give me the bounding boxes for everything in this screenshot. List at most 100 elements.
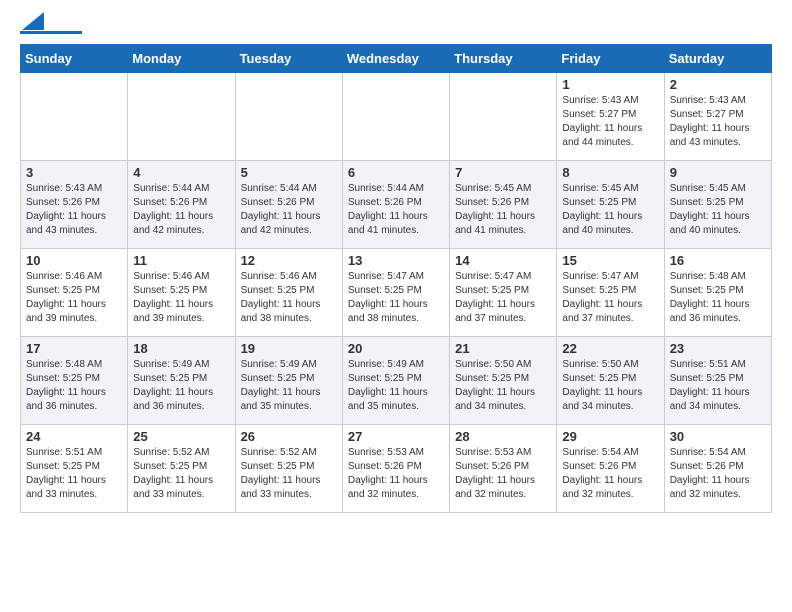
day-info: Sunrise: 5:46 AM Sunset: 5:25 PM Dayligh…	[241, 270, 337, 326]
day-info: Sunrise: 5:48 AM Sunset: 5:25 PM Dayligh…	[670, 270, 766, 326]
day-info: Sunrise: 5:43 AM Sunset: 5:27 PM Dayligh…	[562, 94, 658, 150]
day-number: 6	[348, 165, 444, 180]
calendar-cell: 4 Sunrise: 5:44 AM Sunset: 5:26 PM Daylig…	[128, 161, 235, 249]
day-number: 7	[455, 165, 551, 180]
day-info: Sunrise: 5:44 AM Sunset: 5:26 PM Dayligh…	[348, 182, 444, 238]
calendar-header-monday: Monday	[128, 45, 235, 73]
day-info: Sunrise: 5:46 AM Sunset: 5:25 PM Dayligh…	[26, 270, 122, 326]
calendar-header-saturday: Saturday	[664, 45, 771, 73]
calendar-cell: 7 Sunrise: 5:45 AM Sunset: 5:26 PM Daylig…	[450, 161, 557, 249]
day-info: Sunrise: 5:53 AM Sunset: 5:26 PM Dayligh…	[455, 446, 551, 502]
day-number: 1	[562, 77, 658, 92]
day-number: 28	[455, 429, 551, 444]
day-info: Sunrise: 5:43 AM Sunset: 5:26 PM Dayligh…	[26, 182, 122, 238]
day-info: Sunrise: 5:44 AM Sunset: 5:26 PM Dayligh…	[133, 182, 229, 238]
day-info: Sunrise: 5:51 AM Sunset: 5:25 PM Dayligh…	[26, 446, 122, 502]
day-info: Sunrise: 5:54 AM Sunset: 5:26 PM Dayligh…	[562, 446, 658, 502]
calendar-cell: 12Sunrise: 5:46 AM Sunset: 5:25 PM Dayli…	[235, 249, 342, 337]
day-info: Sunrise: 5:49 AM Sunset: 5:25 PM Dayligh…	[133, 358, 229, 414]
day-info: Sunrise: 5:45 AM Sunset: 5:26 PM Dayligh…	[455, 182, 551, 238]
day-number: 8	[562, 165, 658, 180]
calendar-cell	[450, 73, 557, 161]
calendar-cell: 27Sunrise: 5:53 AM Sunset: 5:26 PM Dayli…	[342, 425, 449, 513]
day-info: Sunrise: 5:48 AM Sunset: 5:25 PM Dayligh…	[26, 358, 122, 414]
day-number: 15	[562, 253, 658, 268]
day-number: 4	[133, 165, 229, 180]
calendar-cell: 18 Sunrise: 5:49 AM Sunset: 5:25 PM Dayli…	[128, 337, 235, 425]
calendar-cell: 17 Sunrise: 5:48 AM Sunset: 5:25 PM Dayli…	[21, 337, 128, 425]
calendar-header-thursday: Thursday	[450, 45, 557, 73]
calendar-cell: 25 Sunrise: 5:52 AM Sunset: 5:25 PM Dayli…	[128, 425, 235, 513]
calendar-week-3: 10 Sunrise: 5:46 AM Sunset: 5:25 PM Dayli…	[21, 249, 772, 337]
day-info: Sunrise: 5:50 AM Sunset: 5:25 PM Dayligh…	[562, 358, 658, 414]
calendar-cell: 20 Sunrise: 5:49 AM Sunset: 5:25 PM Dayli…	[342, 337, 449, 425]
calendar-cell: 21 Sunrise: 5:50 AM Sunset: 5:25 PM Dayli…	[450, 337, 557, 425]
calendar-cell: 5 Sunrise: 5:44 AM Sunset: 5:26 PM Daylig…	[235, 161, 342, 249]
calendar-cell	[128, 73, 235, 161]
day-number: 9	[670, 165, 766, 180]
day-number: 27	[348, 429, 444, 444]
day-number: 14	[455, 253, 551, 268]
calendar-week-5: 24Sunrise: 5:51 AM Sunset: 5:25 PM Dayli…	[21, 425, 772, 513]
calendar-cell: 19Sunrise: 5:49 AM Sunset: 5:25 PM Dayli…	[235, 337, 342, 425]
calendar-cell: 22 Sunrise: 5:50 AM Sunset: 5:25 PM Dayli…	[557, 337, 664, 425]
calendar-cell: 9 Sunrise: 5:45 AM Sunset: 5:25 PM Daylig…	[664, 161, 771, 249]
day-info: Sunrise: 5:47 AM Sunset: 5:25 PM Dayligh…	[348, 270, 444, 326]
day-number: 21	[455, 341, 551, 356]
day-number: 10	[26, 253, 122, 268]
day-info: Sunrise: 5:44 AM Sunset: 5:26 PM Dayligh…	[241, 182, 337, 238]
calendar-cell	[21, 73, 128, 161]
day-number: 25	[133, 429, 229, 444]
calendar-header-friday: Friday	[557, 45, 664, 73]
logo-underline	[20, 31, 82, 34]
calendar-header-wednesday: Wednesday	[342, 45, 449, 73]
day-number: 11	[133, 253, 229, 268]
day-info: Sunrise: 5:45 AM Sunset: 5:25 PM Dayligh…	[670, 182, 766, 238]
calendar-cell: 10 Sunrise: 5:46 AM Sunset: 5:25 PM Dayli…	[21, 249, 128, 337]
day-info: Sunrise: 5:51 AM Sunset: 5:25 PM Dayligh…	[670, 358, 766, 414]
day-info: Sunrise: 5:49 AM Sunset: 5:25 PM Dayligh…	[348, 358, 444, 414]
calendar-cell	[235, 73, 342, 161]
day-number: 20	[348, 341, 444, 356]
calendar-cell: 24Sunrise: 5:51 AM Sunset: 5:25 PM Dayli…	[21, 425, 128, 513]
day-number: 18	[133, 341, 229, 356]
calendar-cell: 30Sunrise: 5:54 AM Sunset: 5:26 PM Dayli…	[664, 425, 771, 513]
calendar-cell: 29 Sunrise: 5:54 AM Sunset: 5:26 PM Dayli…	[557, 425, 664, 513]
calendar-cell: 2 Sunrise: 5:43 AM Sunset: 5:27 PM Daylig…	[664, 73, 771, 161]
logo	[20, 20, 82, 34]
header	[20, 16, 772, 34]
page: SundayMondayTuesdayWednesdayThursdayFrid…	[0, 0, 792, 533]
day-info: Sunrise: 5:46 AM Sunset: 5:25 PM Dayligh…	[133, 270, 229, 326]
day-number: 17	[26, 341, 122, 356]
calendar-cell: 14 Sunrise: 5:47 AM Sunset: 5:25 PM Dayli…	[450, 249, 557, 337]
calendar-cell: 6 Sunrise: 5:44 AM Sunset: 5:26 PM Daylig…	[342, 161, 449, 249]
calendar-header-tuesday: Tuesday	[235, 45, 342, 73]
calendar-cell: 26Sunrise: 5:52 AM Sunset: 5:25 PM Dayli…	[235, 425, 342, 513]
calendar-cell: 11 Sunrise: 5:46 AM Sunset: 5:25 PM Dayli…	[128, 249, 235, 337]
day-info: Sunrise: 5:47 AM Sunset: 5:25 PM Dayligh…	[562, 270, 658, 326]
day-info: Sunrise: 5:52 AM Sunset: 5:25 PM Dayligh…	[133, 446, 229, 502]
calendar-cell: 16Sunrise: 5:48 AM Sunset: 5:25 PM Dayli…	[664, 249, 771, 337]
calendar-cell: 15 Sunrise: 5:47 AM Sunset: 5:25 PM Dayli…	[557, 249, 664, 337]
calendar-cell	[342, 73, 449, 161]
day-info: Sunrise: 5:49 AM Sunset: 5:25 PM Dayligh…	[241, 358, 337, 414]
calendar-cell: 3 Sunrise: 5:43 AM Sunset: 5:26 PM Daylig…	[21, 161, 128, 249]
day-number: 3	[26, 165, 122, 180]
day-number: 22	[562, 341, 658, 356]
calendar-cell: 23Sunrise: 5:51 AM Sunset: 5:25 PM Dayli…	[664, 337, 771, 425]
day-info: Sunrise: 5:52 AM Sunset: 5:25 PM Dayligh…	[241, 446, 337, 502]
day-number: 29	[562, 429, 658, 444]
calendar-table: SundayMondayTuesdayWednesdayThursdayFrid…	[20, 44, 772, 513]
calendar-cell: 28 Sunrise: 5:53 AM Sunset: 5:26 PM Dayli…	[450, 425, 557, 513]
day-number: 5	[241, 165, 337, 180]
calendar-cell: 13 Sunrise: 5:47 AM Sunset: 5:25 PM Dayli…	[342, 249, 449, 337]
day-number: 2	[670, 77, 766, 92]
day-info: Sunrise: 5:47 AM Sunset: 5:25 PM Dayligh…	[455, 270, 551, 326]
day-number: 13	[348, 253, 444, 268]
calendar-header-row: SundayMondayTuesdayWednesdayThursdayFrid…	[21, 45, 772, 73]
logo-icon	[22, 12, 44, 30]
day-info: Sunrise: 5:43 AM Sunset: 5:27 PM Dayligh…	[670, 94, 766, 150]
day-info: Sunrise: 5:50 AM Sunset: 5:25 PM Dayligh…	[455, 358, 551, 414]
calendar-header-sunday: Sunday	[21, 45, 128, 73]
calendar-week-2: 3 Sunrise: 5:43 AM Sunset: 5:26 PM Daylig…	[21, 161, 772, 249]
